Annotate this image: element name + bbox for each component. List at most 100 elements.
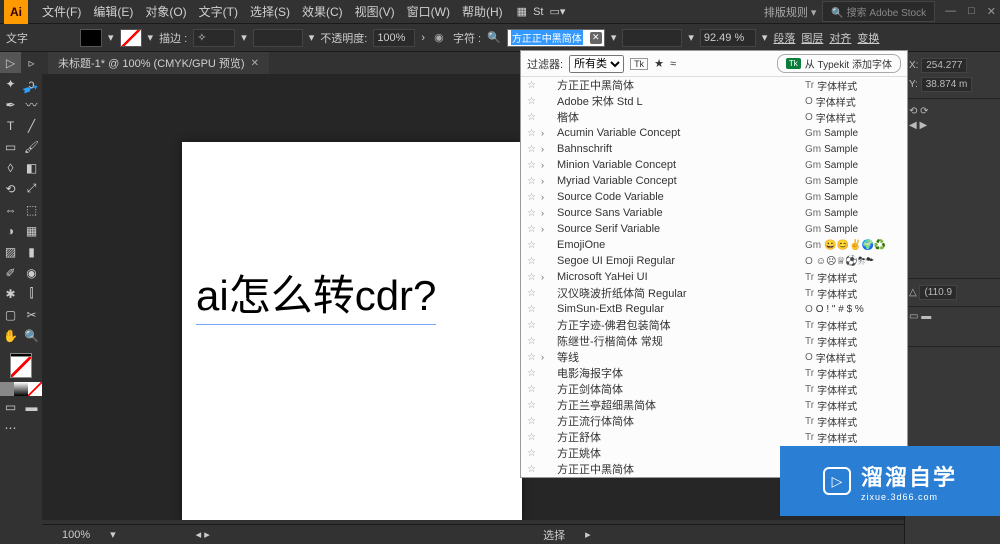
font-row[interactable]: ☆方正兰亭超细黑简体Tr 字体样式: [521, 397, 907, 413]
line-tool[interactable]: ╱: [21, 115, 42, 136]
edit-toolbar-button[interactable]: ⋯: [0, 417, 21, 438]
minimize-button[interactable]: —: [945, 5, 956, 18]
hand-tool[interactable]: ✋: [0, 325, 21, 346]
font-row[interactable]: ☆Adobe 宋体 Std LO 字体样式: [521, 93, 907, 109]
font-family-input[interactable]: 方正正中黑简体 ✕: [507, 29, 605, 47]
pen-tool[interactable]: ✒: [0, 94, 21, 115]
font-row[interactable]: ☆›Myriad Variable ConceptGm Sample: [521, 173, 907, 189]
font-row[interactable]: ☆Segoe UI Emoji RegularO ☺☹♕⚽⛈☁: [521, 253, 907, 269]
tab-close-icon[interactable]: ✕: [251, 58, 259, 69]
close-button[interactable]: ✕: [987, 5, 996, 18]
gradient-tool[interactable]: ▮: [21, 241, 42, 262]
favorite-star-icon[interactable]: ☆: [527, 144, 541, 155]
clear-font-icon[interactable]: ✕: [590, 32, 602, 44]
add-typekit-button[interactable]: Tk 从 Typekit 添加字体: [777, 54, 901, 73]
opacity-input[interactable]: 100%: [373, 29, 415, 47]
similar-filter-icon[interactable]: ≈: [670, 58, 676, 70]
menu-edit[interactable]: 编辑(E): [87, 3, 139, 20]
shaper-tool[interactable]: ◊: [0, 157, 21, 178]
color-preview[interactable]: [0, 346, 42, 382]
font-row[interactable]: ☆›Acumin Variable ConceptGm Sample: [521, 125, 907, 141]
expand-chevron-icon[interactable]: ›: [541, 176, 553, 186]
expand-chevron-icon[interactable]: ›: [541, 160, 553, 170]
favorite-star-icon[interactable]: ☆: [527, 272, 541, 283]
layout-rules-dropdown[interactable]: 排版规则 ▾: [758, 4, 823, 20]
arrange-icon[interactable]: ▭▾: [549, 5, 565, 18]
menu-select[interactable]: 选择(S): [244, 3, 296, 20]
favorite-star-icon[interactable]: ☆: [527, 96, 541, 107]
favorite-star-icon[interactable]: ☆: [527, 464, 541, 475]
fill-swatch[interactable]: [80, 29, 102, 47]
menu-type[interactable]: 文字(T): [193, 3, 244, 20]
zoom-tool[interactable]: 🔍: [21, 325, 42, 346]
font-row[interactable]: ☆汉仪晓波折纸体简 RegularTr 字体样式: [521, 285, 907, 301]
favorite-star-icon[interactable]: ☆: [527, 448, 541, 459]
menu-view[interactable]: 视图(V): [349, 3, 401, 20]
panel-icons[interactable]: ⟲ ⟳ ◀ ▶: [905, 99, 1000, 279]
font-row[interactable]: ☆方正舒体Tr 字体样式: [521, 429, 907, 445]
eraser-tool[interactable]: ◧: [21, 157, 42, 178]
symbol-sprayer-tool[interactable]: ✱: [0, 283, 21, 304]
font-row[interactable]: ☆›Source Code VariableGm Sample: [521, 189, 907, 205]
bridge-icon[interactable]: ▦: [517, 5, 527, 18]
column-graph-tool[interactable]: ⫿: [21, 283, 42, 304]
search-font-icon[interactable]: 🔍: [487, 31, 501, 44]
favorite-star-icon[interactable]: ☆: [527, 160, 541, 171]
filter-tk-icon[interactable]: Tk: [630, 58, 648, 70]
favorite-star-icon[interactable]: ☆: [527, 208, 541, 219]
favorite-star-icon[interactable]: ☆: [527, 416, 541, 427]
font-row[interactable]: ☆方正字迹-佛君包装简体Tr 字体样式: [521, 317, 907, 333]
expand-chevron-icon[interactable]: ›: [541, 224, 553, 234]
menu-effect[interactable]: 效果(C): [296, 3, 349, 20]
width-tool[interactable]: ⇔: [0, 199, 21, 220]
panel-link-paragraph[interactable]: 段落: [773, 30, 795, 46]
magic-wand-tool[interactable]: ✦: [0, 73, 21, 94]
paintbrush-tool[interactable]: 🖌: [21, 136, 42, 157]
stroke-swatch[interactable]: [120, 29, 142, 47]
font-row[interactable]: ☆›Source Sans VariableGm Sample: [521, 205, 907, 221]
type-tool[interactable]: T: [0, 115, 21, 136]
direct-selection-tool[interactable]: ▹: [21, 52, 42, 73]
brush-dropdown[interactable]: [253, 29, 303, 47]
font-row[interactable]: ☆方正正中黑简体Tr 字体样式: [521, 77, 907, 93]
recolor-icon[interactable]: ◉: [431, 30, 447, 46]
expand-chevron-icon[interactable]: ›: [541, 208, 553, 218]
color-modes[interactable]: [0, 382, 42, 396]
favorite-star-icon[interactable]: ☆: [527, 400, 541, 411]
eyedropper-tool[interactable]: ✐: [0, 262, 21, 283]
menu-help[interactable]: 帮助(H): [456, 3, 509, 20]
free-transform-tool[interactable]: ⬚: [21, 199, 42, 220]
favorite-star-icon[interactable]: ☆: [527, 288, 541, 299]
screen-mode-full[interactable]: ▬: [21, 396, 42, 417]
panel-link-align[interactable]: 对齐: [829, 30, 851, 46]
font-row[interactable]: ☆›BahnschriftGm Sample: [521, 141, 907, 157]
favorite-star-icon[interactable]: ☆: [527, 368, 541, 379]
favorite-star-icon[interactable]: ☆: [527, 128, 541, 139]
blend-tool[interactable]: ◉: [21, 262, 42, 283]
favorite-star-icon[interactable]: ☆: [527, 112, 541, 123]
stock-icon[interactable]: St: [533, 6, 543, 18]
fill-dropdown-icon[interactable]: ▾: [108, 31, 114, 44]
scale-tool[interactable]: ⤢: [21, 178, 42, 199]
favorite-star-icon[interactable]: ☆: [527, 240, 541, 251]
expand-chevron-icon[interactable]: ›: [541, 352, 553, 362]
rectangle-tool[interactable]: ▭: [0, 136, 21, 157]
menu-window[interactable]: 窗口(W): [401, 3, 456, 20]
font-row[interactable]: ☆方正剑体简体Tr 字体样式: [521, 381, 907, 397]
screen-mode-normal[interactable]: ▭: [0, 396, 21, 417]
perspective-tool[interactable]: ▦: [21, 220, 42, 241]
selection-tool[interactable]: ▷: [0, 52, 21, 73]
favorite-star-icon[interactable]: ☆: [527, 256, 541, 267]
stroke-dropdown-icon[interactable]: ▾: [148, 31, 154, 44]
font-row[interactable]: ☆方正流行体简体Tr 字体样式: [521, 413, 907, 429]
filter-select[interactable]: 所有类: [569, 55, 624, 73]
appearance-section[interactable]: ▭ ▬: [905, 307, 1000, 347]
maximize-button[interactable]: □: [968, 5, 975, 18]
font-row[interactable]: ☆陈继世-行楷简体 常规Tr 字体样式: [521, 333, 907, 349]
font-row[interactable]: ☆EmojiOneGm 😀😊✌️🌍♻️: [521, 237, 907, 253]
favorite-star-icon[interactable]: ☆: [527, 432, 541, 443]
slice-tool[interactable]: ✂: [21, 304, 42, 325]
font-dropdown-icon[interactable]: ▾: [611, 31, 617, 44]
canvas-text[interactable]: ai怎么转cdr?: [196, 262, 436, 323]
font-row[interactable]: ☆›Microsoft YaHei UITr 字体样式: [521, 269, 907, 285]
